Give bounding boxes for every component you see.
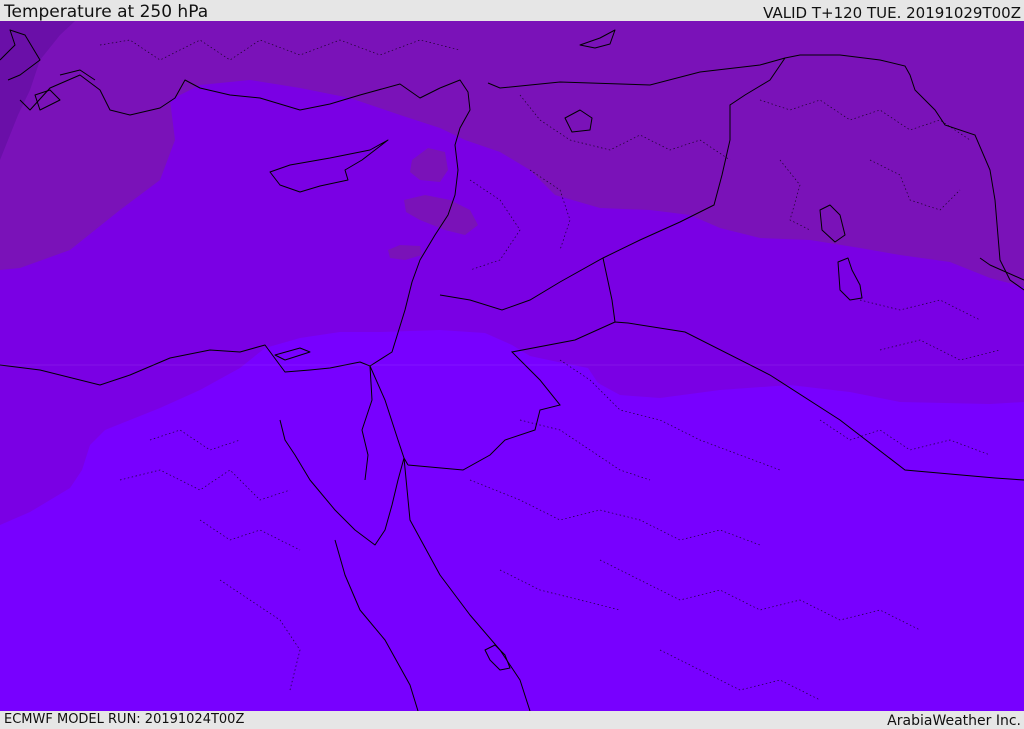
header-bar: Temperature at 250 hPa VALID T+120 TUE. … xyxy=(0,0,1024,22)
credit-label: ArabiaWeather Inc. xyxy=(887,713,1021,729)
map-title: Temperature at 250 hPa xyxy=(4,2,209,22)
temperature-map[interactable] xyxy=(0,21,1024,711)
footer-bar: ECMWF MODEL RUN: 20191024T00Z ArabiaWeat… xyxy=(0,711,1024,729)
valid-time-label: VALID T+120 TUE. 20191029T00Z xyxy=(763,4,1021,22)
model-run-label: ECMWF MODEL RUN: 20191024T00Z xyxy=(4,712,245,727)
